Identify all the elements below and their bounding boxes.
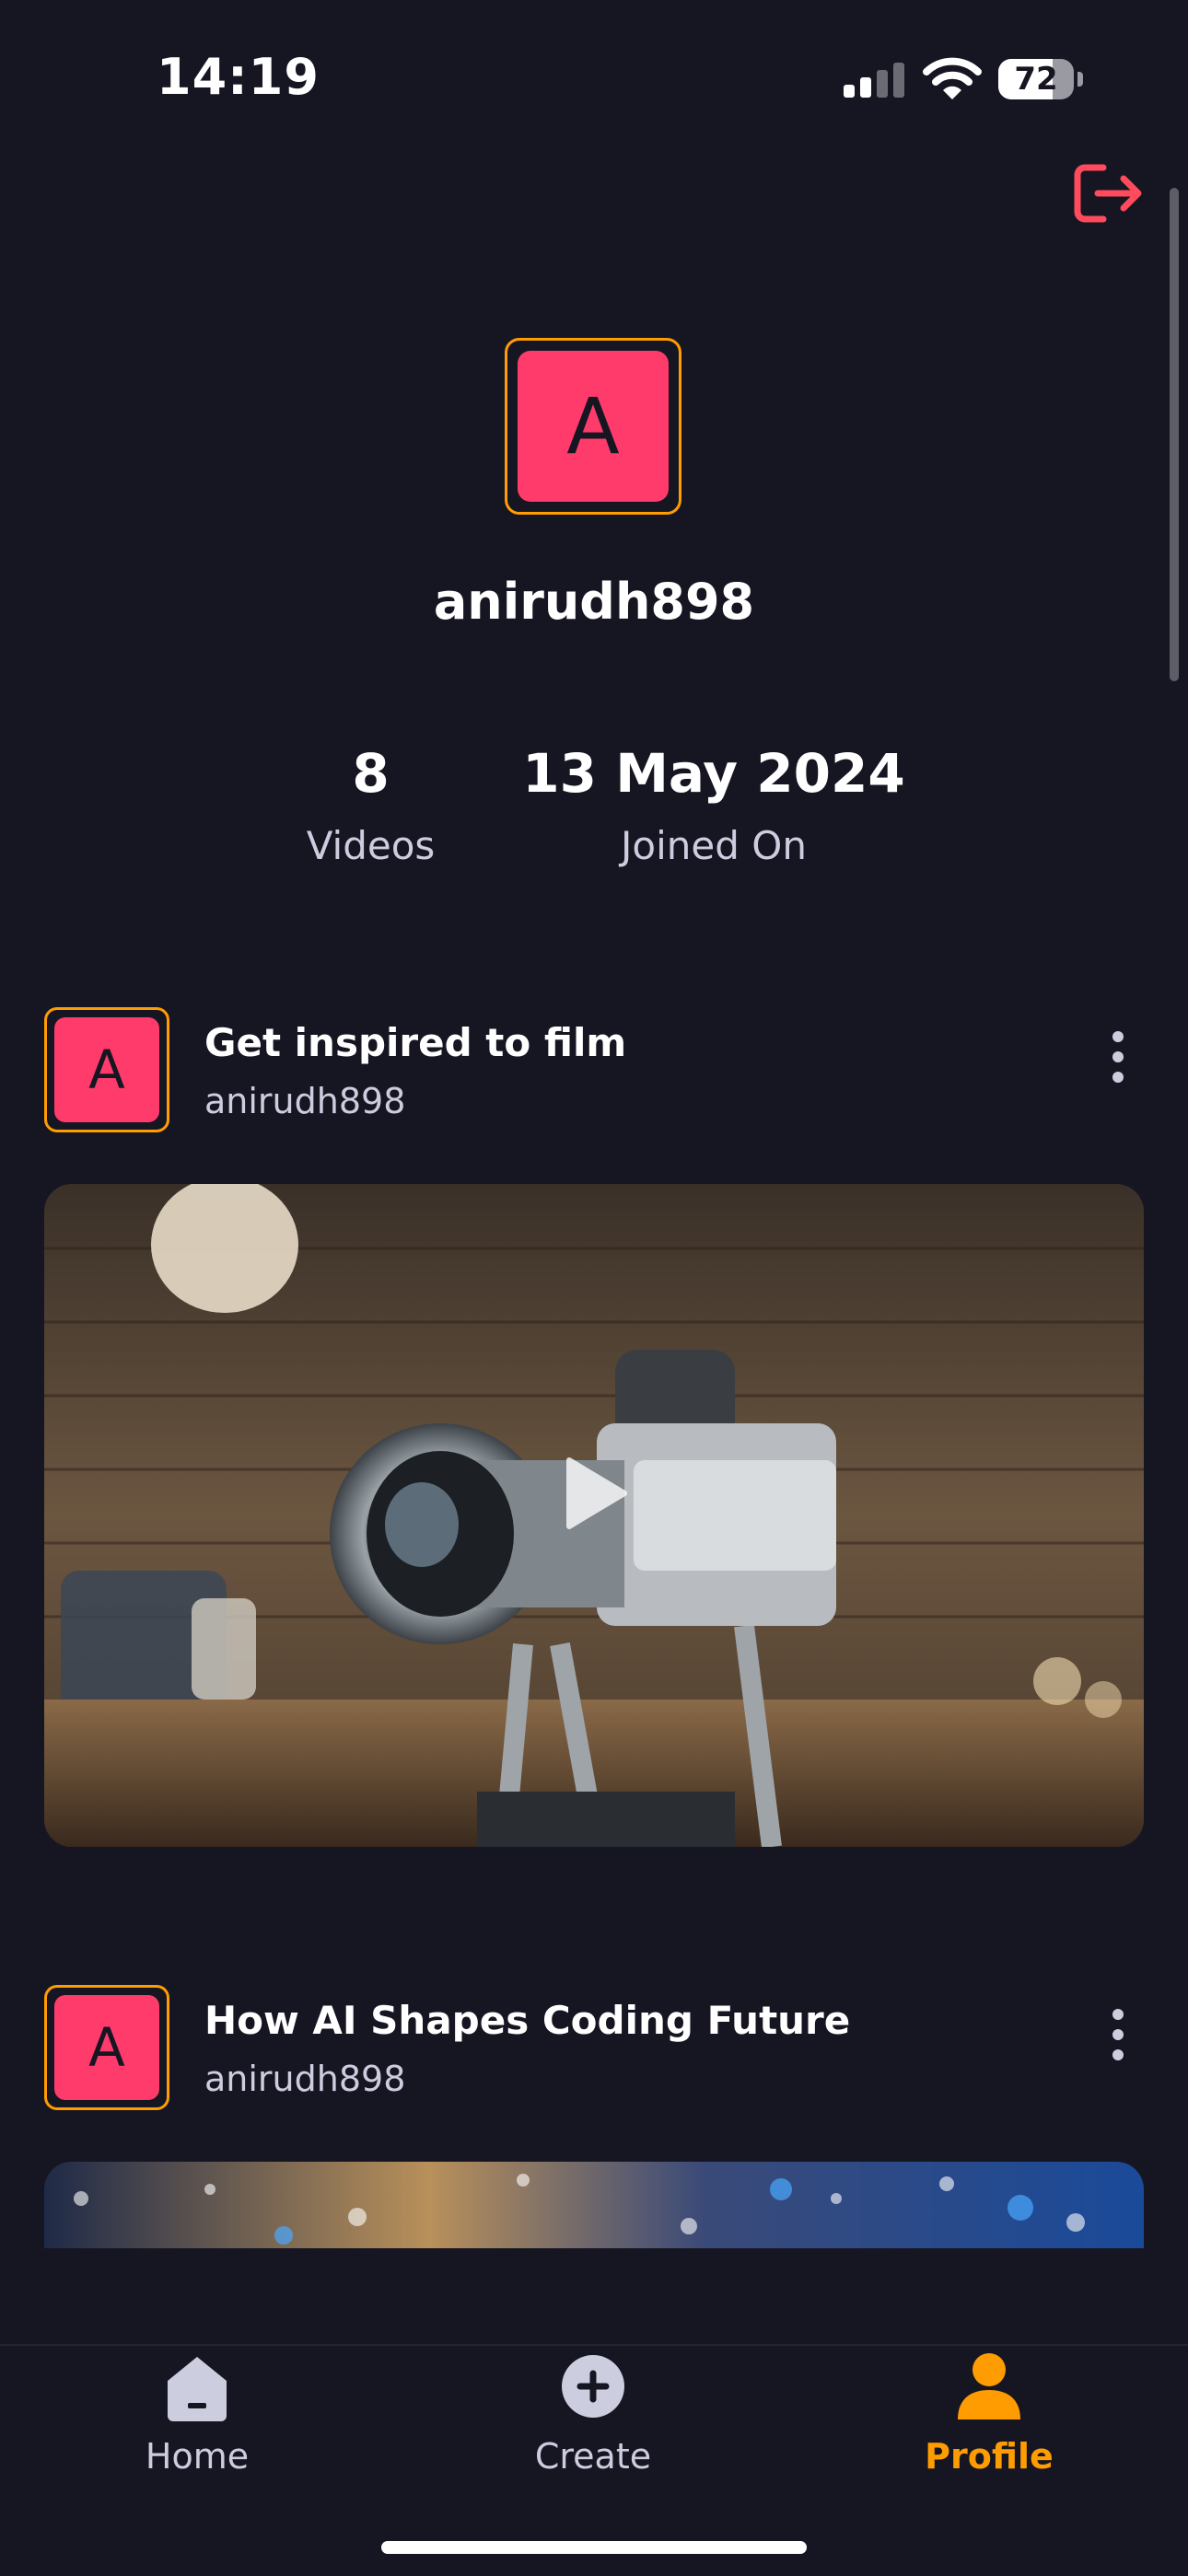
profile-avatar: A: [505, 338, 681, 515]
avatar-letter: A: [54, 1995, 159, 2100]
video-thumbnail[interactable]: [44, 2162, 1144, 2248]
play-icon[interactable]: [564, 1455, 628, 1532]
more-options-icon[interactable]: [1103, 1026, 1133, 1088]
cellular-signal-icon: [844, 63, 904, 98]
post-title[interactable]: Get inspired to film: [204, 1020, 626, 1065]
profile-username: anirudh898: [433, 573, 755, 631]
tab-label-create: Create: [534, 2436, 652, 2477]
videos-label: Videos: [306, 823, 436, 868]
battery-percentage: 72: [1014, 61, 1058, 98]
tab-label-home: Home: [145, 2436, 250, 2477]
post-author: anirudh898: [204, 1081, 406, 1121]
profile-icon: [958, 2353, 1020, 2419]
wifi-icon: [923, 57, 982, 99]
avatar-letter: A: [54, 1017, 159, 1122]
post-avatar[interactable]: A: [44, 1985, 169, 2110]
tab-create[interactable]: Create: [473, 2350, 713, 2477]
home-icon: [168, 2357, 227, 2421]
avatar-letter: A: [518, 351, 669, 502]
battery-indicator: 72: [998, 59, 1083, 99]
post-author: anirudh898: [204, 2059, 406, 2099]
home-indicator[interactable]: [381, 2541, 807, 2554]
plus-circle-icon: [562, 2355, 624, 2418]
joined-label: Joined On: [621, 823, 807, 868]
post-title[interactable]: How AI Shapes Coding Future: [204, 1998, 850, 2043]
logout-icon[interactable]: [1072, 160, 1146, 226]
more-options-icon[interactable]: [1103, 2003, 1133, 2066]
status-time: 14:19: [157, 48, 320, 106]
tab-label-profile: Profile: [925, 2436, 1054, 2477]
post-avatar[interactable]: A: [44, 1007, 169, 1132]
videos-count: 8: [352, 742, 390, 805]
tab-home[interactable]: Home: [77, 2350, 317, 2477]
tab-profile[interactable]: Profile: [869, 2350, 1109, 2477]
joined-date: 13 May 2024: [522, 742, 905, 805]
